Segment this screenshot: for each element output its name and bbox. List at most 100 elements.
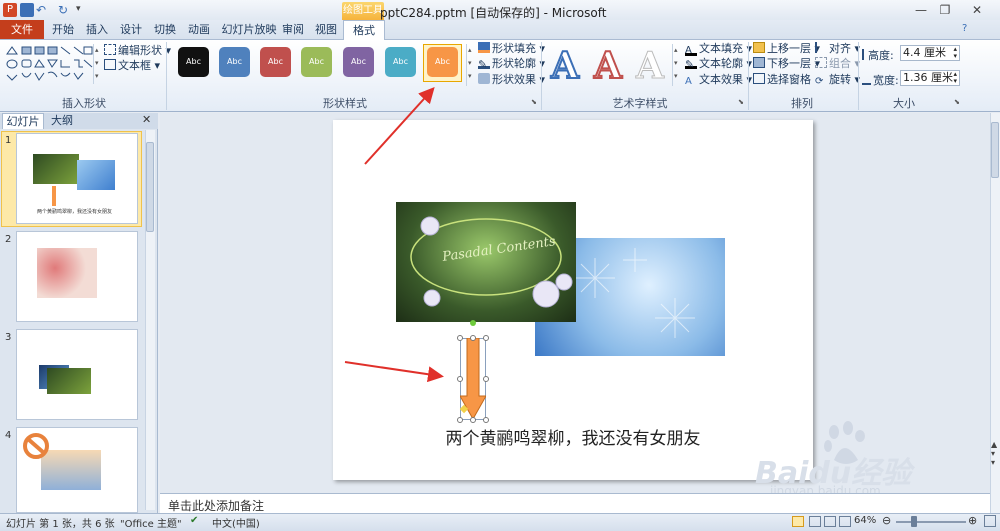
shape-style-orange[interactable]: Abc — [427, 47, 458, 77]
resize-handle[interactable] — [470, 417, 476, 423]
resize-handle[interactable] — [470, 335, 476, 341]
shape-style-aqua[interactable]: Abc — [385, 47, 416, 77]
resize-handle[interactable] — [483, 335, 489, 341]
tab-slides[interactable]: 幻灯片 — [2, 113, 44, 129]
annotation-arrow-to-style — [364, 87, 435, 165]
rotate-handle[interactable] — [470, 320, 476, 326]
zoom-in-icon[interactable]: ⊕ — [968, 514, 977, 527]
send-backward-button[interactable]: 下移一层 ▾ — [753, 55, 820, 71]
reading-view-icon[interactable] — [824, 516, 836, 527]
shape-style-green[interactable]: Abc — [301, 47, 332, 77]
tab-slideshow[interactable]: 幻灯片放映 — [218, 20, 280, 39]
shape-style-black[interactable]: Abc — [178, 47, 209, 77]
tab-transitions[interactable]: 切换 — [150, 20, 180, 39]
shape-outline-icon: ✎ — [478, 58, 490, 71]
shape-outline-button[interactable]: ✎ 形状轮廓 ▾ — [478, 55, 545, 71]
wordart-styles-scroll[interactable]: ▴ ▾ ▾ — [672, 44, 680, 86]
tab-view[interactable]: 视图 — [311, 20, 341, 39]
thumb4-image — [41, 450, 101, 490]
rotate-button[interactable]: ⟳ 旋转 ▾ — [815, 71, 860, 87]
spellcheck-icon[interactable]: ✔ — [190, 515, 198, 526]
thumb1-snow-image — [77, 160, 115, 190]
slide-number-3: 3 — [5, 332, 12, 343]
text-effects-button[interactable]: A 文本效果 ▾ — [685, 71, 752, 87]
fit-to-window-icon[interactable] — [984, 515, 996, 527]
width-spinner-icon[interactable]: ▴ ▾ — [953, 71, 957, 85]
group-button[interactable]: 组合 ▾ — [815, 55, 860, 71]
selection-pane-button[interactable]: 选择窗格 — [753, 71, 811, 87]
qat-dropdown-icon[interactable]: ▾ — [76, 4, 81, 14]
shape-style-blue[interactable]: Abc — [219, 47, 250, 77]
resize-handle[interactable] — [457, 417, 463, 423]
tab-review[interactable]: 审阅 — [278, 20, 308, 39]
tab-home[interactable]: 开始 — [48, 20, 78, 39]
close-button[interactable]: ✕ — [962, 0, 992, 20]
slide-scroll-thumb[interactable] — [991, 122, 999, 178]
slide-sorter-view-icon[interactable] — [809, 516, 821, 527]
text-outline-button[interactable]: ✎ 文本轮廓 ▾ — [685, 55, 752, 71]
annotation-arrows — [344, 87, 444, 383]
text-fill-button[interactable]: A 文本填充 ▾ — [685, 40, 752, 56]
slide-number-1: 1 — [5, 135, 12, 146]
redo-icon[interactable]: ↻ — [58, 3, 72, 17]
bring-forward-button[interactable]: 上移一层 ▾ — [753, 40, 820, 56]
undo-icon[interactable]: ↶ — [36, 3, 50, 17]
zoom-slider[interactable] — [896, 521, 966, 523]
status-zoom[interactable]: 64% — [854, 515, 876, 526]
shape-effects-icon — [478, 73, 490, 84]
align-button[interactable]: 对齐 ▾ — [815, 40, 860, 56]
slide-thumb-2[interactable] — [16, 231, 138, 322]
slide-thumb-1[interactable]: 两个黄鹂鸣翠柳，我还没有女朋友 — [16, 133, 138, 224]
shape-styles-launcher-icon[interactable]: ⬊ — [531, 98, 537, 106]
shapes-gallery[interactable] — [4, 44, 94, 86]
height-input[interactable]: 4.4 厘米 ▴ ▾ — [900, 45, 960, 61]
shape-style-purple[interactable]: Abc — [343, 47, 374, 77]
textbox-button[interactable]: 文本框 ▾ — [104, 57, 160, 73]
tab-animations[interactable]: 动画 — [184, 20, 214, 39]
panel-scroll-thumb[interactable] — [146, 142, 154, 232]
text-effects-icon: A — [685, 76, 692, 87]
tab-design[interactable]: 设计 — [116, 20, 146, 39]
shape-style-red[interactable]: Abc — [260, 47, 291, 77]
panel-close-button[interactable]: ✕ — [142, 113, 151, 126]
save-icon[interactable] — [20, 3, 34, 17]
wordart-style-blue-outline[interactable]: A — [545, 44, 585, 88]
wordart-style-red-outline[interactable]: A — [588, 44, 628, 88]
zoom-out-icon[interactable]: ⊖ — [882, 514, 891, 527]
restore-button[interactable]: ❐ — [930, 0, 960, 20]
align-icon — [815, 42, 827, 53]
resize-handle[interactable] — [483, 417, 489, 423]
width-label: 宽度: — [862, 72, 899, 88]
edit-shape-icon — [104, 44, 116, 55]
text-outline-icon: ✎ — [685, 58, 697, 71]
tab-file[interactable]: 文件 — [0, 20, 44, 39]
thumb1-caption: 两个黄鹂鸣翠柳，我还没有女朋友 — [37, 209, 113, 215]
status-theme[interactable]: "Office 主题" — [120, 515, 182, 530]
zoom-slider-thumb[interactable] — [911, 516, 917, 527]
rotate-icon: ⟳ — [815, 76, 824, 87]
tab-format[interactable]: 格式 — [343, 20, 385, 41]
normal-view-icon[interactable] — [792, 516, 804, 527]
notes-pane[interactable]: 单击此处添加备注 — [160, 493, 990, 513]
width-input[interactable]: 1.36 厘米 ▴ ▾ — [900, 70, 960, 86]
slideshow-view-icon[interactable] — [839, 516, 851, 527]
wordart-launcher-icon[interactable]: ⬊ — [738, 98, 744, 106]
shape-fill-button[interactable]: 形状填充 ▾ — [478, 40, 545, 56]
edit-shape-button[interactable]: 编辑形状 ▾ — [104, 42, 171, 58]
status-language[interactable]: 中文(中国) — [212, 515, 260, 530]
shape-styles-scroll[interactable]: ▴ ▾ ▾ — [466, 44, 474, 86]
thumb2-rose-image — [37, 248, 97, 298]
slide-thumb-3[interactable] — [16, 329, 138, 420]
shape-effects-button[interactable]: 形状效果 ▾ — [478, 71, 545, 87]
shapes-gallery-scroll[interactable]: ▴ ▾ ▾ — [93, 44, 99, 84]
height-spinner-icon[interactable]: ▴ ▾ — [953, 46, 957, 60]
slide-text[interactable]: 两个黄鹂鸣翠柳，我还没有女朋友 — [333, 424, 813, 449]
group-label-size: 大小 — [893, 97, 915, 110]
size-launcher-icon[interactable]: ⬊ — [954, 98, 960, 106]
resize-handle[interactable] — [483, 376, 489, 382]
help-icon[interactable]: ? — [962, 23, 967, 34]
scroll-nav-icon[interactable]: ▲ ▾ ▾ — [991, 440, 997, 467]
tab-outline[interactable]: 大纲 — [46, 113, 78, 129]
tab-insert[interactable]: 插入 — [82, 20, 112, 39]
wordart-style-gray-outline[interactable]: A — [630, 44, 670, 88]
